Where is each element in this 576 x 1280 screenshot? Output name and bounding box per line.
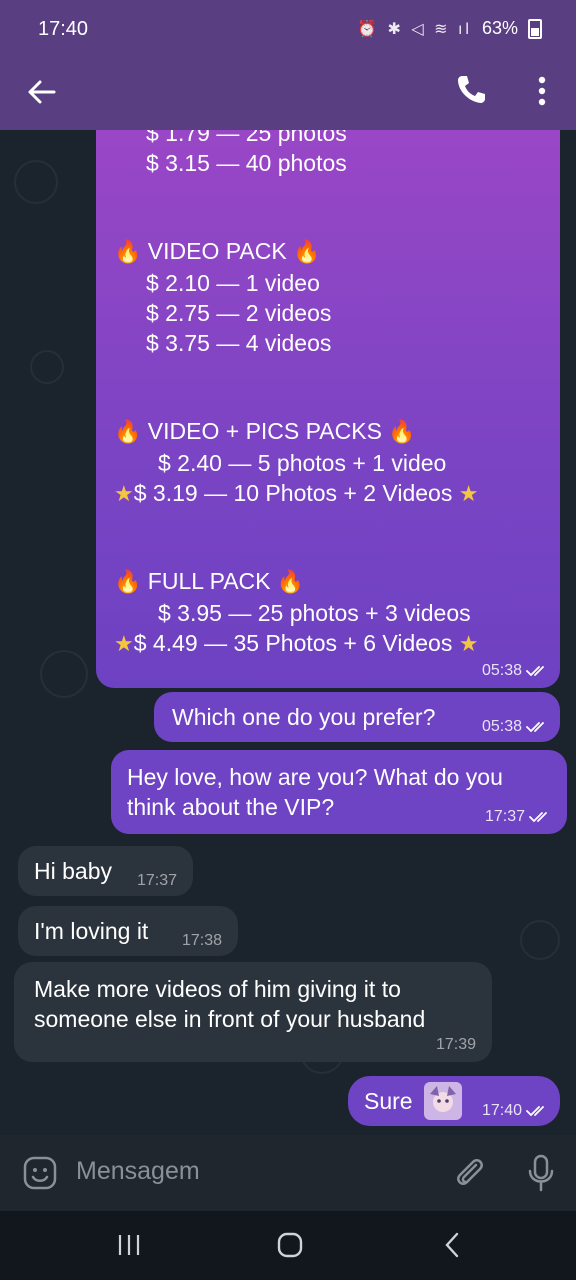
message-time: 17:39: [435, 1036, 476, 1053]
sticker-emoji-icon: [424, 1082, 462, 1120]
message-meta: 05:38: [482, 662, 548, 680]
status-right: ⏰ ✱ ◁ ≋ ıl 63%: [357, 18, 542, 39]
text-line: $ 2.75 — 2 videos: [146, 300, 332, 326]
message-meta: 17:40: [482, 1102, 548, 1120]
message-meta: 17:37: [137, 872, 177, 890]
star-icon: ★: [458, 631, 479, 656]
back-nav-icon[interactable]: [442, 1231, 462, 1259]
message-sure[interactable]: Sure 17:40: [348, 1076, 560, 1126]
doodle: [40, 650, 88, 698]
message-composer: Mensagem: [0, 1135, 576, 1211]
doodle: [14, 160, 58, 204]
message-prefer[interactable]: Which one do you prefer? 05:38: [154, 692, 560, 742]
fire-icon: 🔥: [388, 419, 416, 444]
status-time: 17:40: [38, 18, 89, 40]
chat-header: [0, 58, 576, 130]
message-text: Sure: [364, 1088, 413, 1114]
text-line: ★$ 4.49 — 35 Photos + 6 Videos ★: [114, 630, 479, 656]
message-meta: 17:38: [182, 932, 222, 950]
message-hey-love[interactable]: Hey love, how are you? What do you think…: [111, 750, 567, 834]
double-check-icon: [529, 812, 547, 823]
chat-area[interactable]: $ 1.79 — 25 photos $ 3.15 — 40 photos 🔥 …: [0, 130, 576, 1135]
message-hi-baby[interactable]: Hi baby 17:37: [18, 846, 193, 896]
status-bar: 17:40 ⏰ ✱ ◁ ≋ ıl 63%: [0, 0, 576, 58]
message-text: someone else in front of your husband: [34, 1006, 426, 1032]
fire-icon: 🔥: [276, 569, 305, 594]
recent-apps-icon[interactable]: [116, 1233, 142, 1257]
section-title: 🔥 FULL PACK 🔥: [114, 568, 305, 594]
star-icon: ★: [458, 481, 479, 506]
text-line: $ 1.79 — 25 photos: [146, 130, 347, 146]
message-loving-it[interactable]: I'm loving it 17:38: [18, 906, 238, 956]
home-icon[interactable]: [276, 1231, 304, 1259]
battery-icon: [528, 18, 542, 39]
message-time: 05:38: [481, 718, 522, 735]
star-icon: ★: [114, 481, 134, 506]
more-menu-icon[interactable]: [536, 74, 548, 108]
message-meta: 17:39: [436, 1036, 476, 1054]
message-text: Hi baby: [34, 858, 112, 884]
section-title: 🔥 VIDEO PACK 🔥: [114, 238, 321, 264]
doodle: [30, 350, 64, 384]
text-line: $ 3.15 — 40 photos: [146, 150, 347, 176]
android-nav-bar: [0, 1211, 576, 1280]
message-meta: 05:38: [482, 718, 548, 736]
message-text: Hey love, how are you? What do you: [127, 764, 503, 790]
message-text: Which one do you prefer?: [172, 704, 436, 730]
text-line: ★$ 3.19 — 10 Photos + 2 Videos ★: [114, 480, 479, 506]
text-line: $ 2.40 — 5 photos + 1 video: [158, 450, 447, 476]
text-line: $ 3.95 — 25 photos + 3 videos: [158, 600, 471, 626]
attach-paperclip-icon[interactable]: [452, 1155, 486, 1191]
star-icon: ★: [114, 631, 134, 656]
message-price-list[interactable]: $ 1.79 — 25 photos $ 3.15 — 40 photos 🔥 …: [96, 130, 560, 688]
fire-icon: 🔥: [114, 569, 142, 594]
message-time: 17:37: [136, 872, 177, 889]
section-title: 🔥 VIDEO + PICS PACKS 🔥: [114, 418, 416, 444]
fire-icon: 🔥: [114, 419, 142, 444]
microphone-icon[interactable]: [526, 1153, 556, 1193]
message-time: 17:40: [481, 1102, 522, 1119]
double-check-icon: [526, 722, 544, 733]
battery-percent: 63%: [481, 18, 518, 38]
back-arrow-icon[interactable]: [26, 76, 58, 108]
emoji-sticker-icon[interactable]: [22, 1155, 58, 1191]
fire-icon: 🔥: [293, 239, 321, 264]
message-text: I'm loving it: [34, 918, 149, 944]
text-line: $ 2.10 — 1 video: [146, 270, 320, 296]
phone-icon[interactable]: [454, 72, 488, 106]
double-check-icon: [526, 666, 544, 677]
text-line: $ 3.75 — 4 videos: [146, 330, 332, 356]
message-input[interactable]: Mensagem: [76, 1157, 200, 1186]
double-check-icon: [526, 1106, 544, 1117]
message-meta: 17:37: [485, 808, 551, 826]
fire-icon: 🔥: [114, 239, 142, 264]
message-text: think about the VIP?: [127, 794, 335, 820]
doodle: [520, 920, 560, 960]
message-make-more[interactable]: Make more videos of him giving it to som…: [14, 962, 492, 1062]
message-text: Make more videos of him giving it to: [34, 976, 401, 1002]
message-time: 05:38: [481, 662, 522, 679]
message-time: 17:38: [181, 932, 222, 949]
status-icons: ⏰ ✱ ◁ ≋ ıl: [357, 20, 472, 38]
message-time: 17:37: [484, 808, 525, 825]
